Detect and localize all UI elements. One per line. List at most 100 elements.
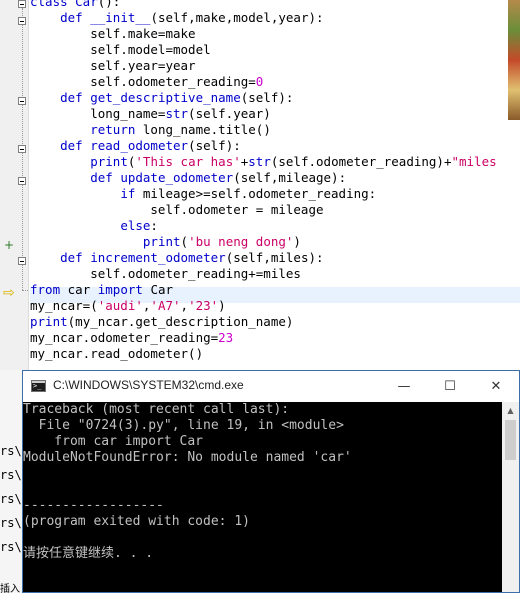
code-token: mileage>=self.odometer_reading: xyxy=(142,186,377,201)
fold-toggle-class[interactable] xyxy=(18,0,26,8)
code-line[interactable]: class Car(): xyxy=(30,0,120,10)
code-line[interactable]: self.odometer_reading+=miles xyxy=(30,266,301,282)
code-token: print xyxy=(142,234,181,249)
file-list-item[interactable]: rs\ xyxy=(0,492,22,506)
background-image-strip xyxy=(508,0,520,120)
cmd-output-line: 请按任意键继续. . . xyxy=(23,546,154,561)
code-token: return xyxy=(90,122,143,137)
code-token: Car xyxy=(150,282,174,297)
code-token: self.odometer_reading= xyxy=(30,74,256,89)
code-token: (): xyxy=(97,0,121,9)
code-token: Car xyxy=(75,0,98,9)
code-line[interactable]: self.make=make xyxy=(30,26,196,42)
fold-toggle-read[interactable] xyxy=(18,145,26,153)
code-token: long_name= xyxy=(30,106,166,121)
code-editor[interactable]: + ⇨ class Car(): def __init__(self,make,… xyxy=(0,0,520,370)
cmd-output-line: (program exited with code: 1) xyxy=(23,514,250,529)
code-token: if xyxy=(120,186,143,201)
code-line[interactable]: from car import Car xyxy=(30,282,173,298)
code-token: print xyxy=(90,154,128,169)
code-token: def xyxy=(60,10,91,25)
code-token: car xyxy=(67,282,98,297)
code-token: my_ncar.odometer_reading= xyxy=(30,330,219,345)
cmd-output-line: ModuleNotFoundError: No module named 'ca… xyxy=(23,450,352,465)
code-token: my_ncar=( xyxy=(30,298,98,313)
file-list-item[interactable]: rs\ xyxy=(0,540,22,554)
code-line[interactable]: self.year=year xyxy=(30,58,195,74)
code-line[interactable]: my_ncar.read_odometer() xyxy=(30,346,203,362)
maximize-button[interactable]: ☐ xyxy=(427,371,473,402)
code-line[interactable]: def read_odometer(self): xyxy=(30,138,241,154)
fold-end xyxy=(22,290,28,291)
code-token: (self.odometer_reading)+ xyxy=(270,154,452,169)
code-token: : xyxy=(150,218,158,233)
code-token: __init__ xyxy=(90,10,151,25)
current-line-arrow-icon: ⇨ xyxy=(3,285,15,301)
code-token: (self): xyxy=(240,90,294,105)
code-line[interactable]: self.model=model xyxy=(30,42,211,58)
code-line[interactable]: print('This car has'+str(self.odometer_r… xyxy=(30,154,497,170)
code-line[interactable]: print(my_ncar.get_description_name) xyxy=(30,314,293,330)
code-token: self.make=make xyxy=(30,26,196,41)
code-token: 'bu neng dong' xyxy=(188,234,294,249)
code-token: self.model=model xyxy=(30,42,211,57)
code-token: (self,mileage): xyxy=(233,170,347,185)
fold-toggle-increment[interactable] xyxy=(18,257,26,265)
scroll-up-arrow-icon[interactable]: ▲ xyxy=(502,402,519,419)
file-list-item[interactable]: rs\ xyxy=(0,516,22,530)
cmd-scrollbar[interactable]: ▲ xyxy=(502,402,519,592)
code-line[interactable]: def increment_odometer(self,miles): xyxy=(30,250,323,266)
file-list-item[interactable]: rs\ xyxy=(0,468,22,482)
code-line[interactable]: self.odometer = mileage xyxy=(30,202,324,218)
code-token: 23 xyxy=(218,330,234,345)
code-token: else xyxy=(120,218,151,233)
cmd-window[interactable]: C:\WINDOWS\SYSTEM32\cmd.exe — ☐ ✕ Traceb… xyxy=(22,370,520,593)
code-token: ) xyxy=(218,298,226,313)
code-line[interactable]: else: xyxy=(30,218,158,234)
code-token: print xyxy=(30,314,68,329)
code-line[interactable]: self.odometer_reading=0 xyxy=(30,74,263,90)
editor-gutter: + ⇨ xyxy=(0,0,29,370)
scroll-thumb[interactable] xyxy=(505,420,516,460)
add-marker-icon[interactable]: + xyxy=(4,237,14,253)
close-button[interactable]: ✕ xyxy=(473,371,519,402)
code-line[interactable]: long_name=str(self.year) xyxy=(30,106,271,122)
cmd-title-bar[interactable]: C:\WINDOWS\SYSTEM32\cmd.exe — ☐ ✕ xyxy=(23,371,519,402)
file-list-item[interactable]: rs\ xyxy=(0,444,22,458)
code-token: self.odometer = mileage xyxy=(30,202,324,217)
code-token: class xyxy=(30,0,76,9)
fold-toggle-get-name[interactable] xyxy=(18,97,26,105)
minimize-button[interactable]: — xyxy=(381,371,427,402)
code-token: "miles xyxy=(451,154,497,169)
code-line[interactable]: my_ncar.odometer_reading=23 xyxy=(30,330,233,346)
fold-toggle-init[interactable] xyxy=(18,17,26,25)
code-token: read_odometer xyxy=(90,138,189,153)
code-token: increment_odometer xyxy=(90,250,226,265)
code-token: ) xyxy=(293,234,301,249)
code-token: (self.year) xyxy=(188,106,271,121)
code-line[interactable]: return long_name.title() xyxy=(30,122,271,138)
file-list-strip: rs\ rs\ rs\ rs\ rs\ 插入 xyxy=(0,370,23,595)
code-line[interactable]: def update_odometer(self,mileage): xyxy=(30,170,346,186)
code-token: 0 xyxy=(255,74,264,89)
cmd-output-line: File "0724(3).py", line 19, in <module> xyxy=(23,418,344,433)
code-token: def xyxy=(90,170,121,185)
code-line[interactable]: my_ncar=('audi','A7','23') xyxy=(30,298,226,314)
code-line[interactable]: def __init__(self,make,model,year): xyxy=(30,10,323,26)
code-token: 'audi' xyxy=(97,298,143,313)
code-line[interactable]: if mileage>=self.odometer_reading: xyxy=(30,186,376,202)
cmd-output[interactable]: Traceback (most recent call last): File … xyxy=(23,402,503,592)
fold-toggle-update[interactable] xyxy=(18,177,26,185)
code-token: str xyxy=(165,106,189,121)
code-token: get_descriptive_name xyxy=(90,90,241,105)
code-line[interactable]: print('bu neng dong') xyxy=(30,234,301,250)
code-line[interactable]: def get_descriptive_name(self): xyxy=(30,90,293,106)
